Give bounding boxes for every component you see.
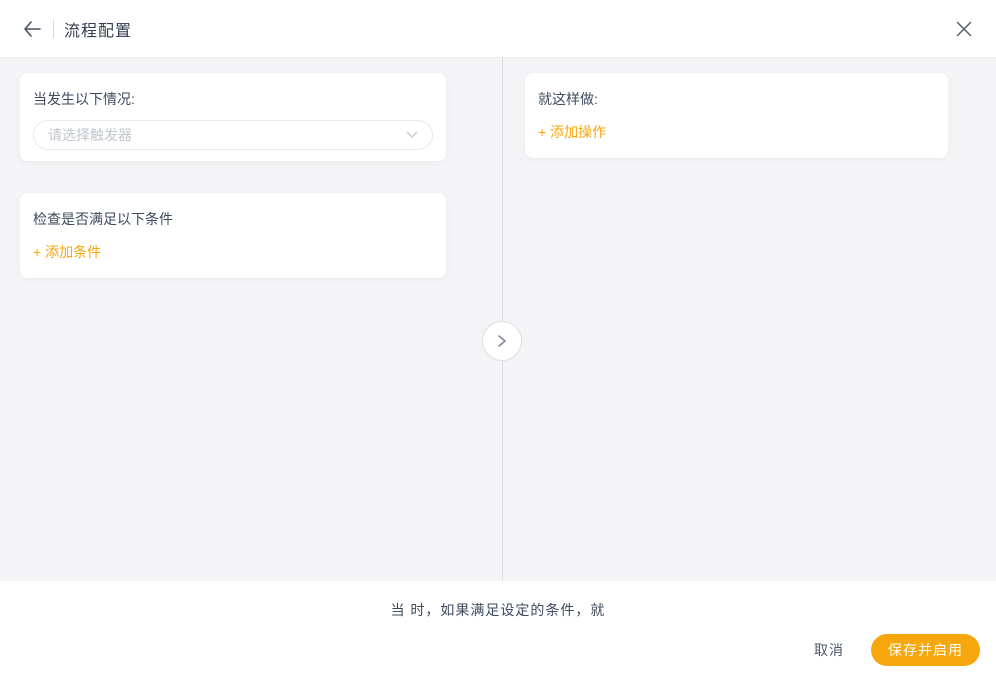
condition-card: 检查是否满足以下条件 + 添加条件 — [20, 193, 446, 278]
flow-canvas: 当发生以下情况: 请选择触发器 检查是否满足以下条件 + 添加条件 就这样做: … — [0, 58, 996, 581]
action-card-label: 就这样做: — [538, 92, 935, 106]
chevron-right-icon — [496, 334, 508, 348]
header: 流程配置 — [0, 0, 996, 58]
footer: 当 时，如果满足设定的条件，就 取消 保存并启用 — [0, 581, 996, 681]
flow-divider-line — [502, 58, 503, 581]
close-icon — [956, 21, 972, 37]
close-button[interactable] — [952, 17, 976, 41]
action-card: 就这样做: + 添加操作 — [525, 73, 948, 158]
trigger-select[interactable]: 请选择触发器 — [33, 120, 433, 150]
flow-connector-button[interactable] — [482, 321, 522, 361]
footer-actions: 取消 保存并启用 — [814, 634, 980, 666]
trigger-card: 当发生以下情况: 请选择触发器 — [20, 73, 446, 161]
save-enable-button[interactable]: 保存并启用 — [871, 634, 980, 666]
trigger-card-label: 当发生以下情况: — [33, 92, 433, 106]
trigger-select-placeholder: 请选择触发器 — [48, 125, 132, 145]
add-condition-link[interactable]: + 添加条件 — [33, 242, 101, 262]
page-title: 流程配置 — [64, 17, 132, 41]
cancel-button[interactable]: 取消 — [814, 640, 844, 660]
add-action-link[interactable]: + 添加操作 — [538, 122, 606, 142]
header-divider — [53, 20, 54, 38]
arrow-left-icon — [23, 21, 41, 37]
flow-config-dialog: 流程配置 当发生以下情况: 请选择触发器 检查是否满足以 — [0, 0, 996, 681]
chevron-down-icon — [406, 131, 418, 139]
back-button[interactable] — [20, 17, 44, 41]
flow-summary-text: 当 时，如果满足设定的条件，就 — [0, 581, 996, 620]
condition-card-label: 检查是否满足以下条件 — [33, 212, 433, 226]
